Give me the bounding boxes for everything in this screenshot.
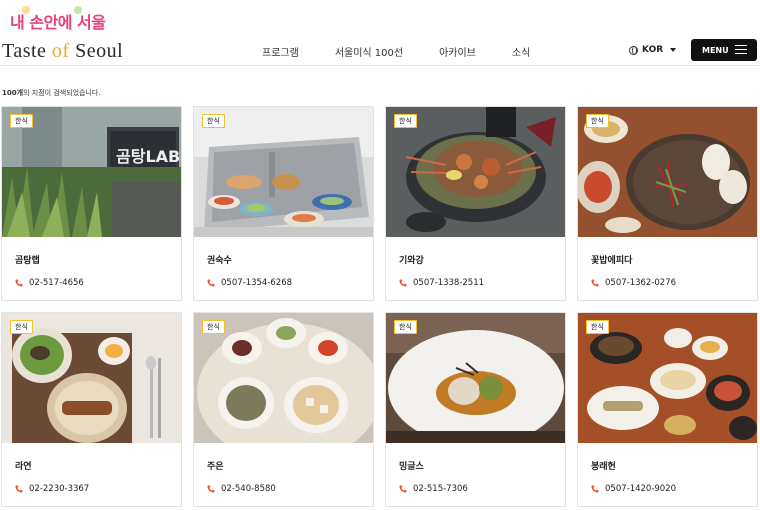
- restaurant-card[interactable]: 한식 밍글스 02-515-7306: [385, 312, 566, 507]
- restaurant-name: 주은: [207, 462, 224, 472]
- language-label: KOR: [642, 45, 664, 55]
- restaurant-card[interactable]: 한식 라연 02-2230-3367: [1, 312, 182, 507]
- restaurant-sign-text: 곰탕LAB: [116, 147, 180, 166]
- nav-item-seoul-100[interactable]: 서울미식 100선: [335, 44, 403, 59]
- brand-logo-right: Seoul: [75, 40, 124, 62]
- category-badge: 한식: [394, 320, 417, 334]
- restaurant-phone: 0507-1420-9020: [591, 484, 676, 494]
- restaurant-photo[interactable]: 한식: [386, 313, 565, 443]
- nav-item-program[interactable]: 프로그램: [262, 44, 299, 59]
- restaurant-phone: 02-517-4656: [15, 278, 84, 288]
- restaurant-phone: 0507-1362-0276: [591, 278, 676, 288]
- result-count-number: 100개: [2, 89, 24, 97]
- phone-number: 0507-1362-0276: [605, 278, 677, 288]
- phone-number: 02-515-7306: [413, 484, 468, 494]
- restaurant-photo[interactable]: 곰탕LAB 한식: [2, 107, 181, 237]
- globe-icon: [629, 45, 638, 55]
- phone-number: 02-2230-3367: [29, 484, 90, 494]
- language-selector[interactable]: KOR: [629, 45, 677, 55]
- restaurant-card[interactable]: 한식 주은 02-540-8580: [193, 312, 374, 507]
- restaurant-card[interactable]: 한식 기와강 0507-1338-2511: [385, 106, 566, 301]
- phone-icon: [399, 279, 407, 287]
- menu-button[interactable]: MENU: [691, 39, 757, 61]
- restaurant-name: 권숙수: [207, 256, 232, 266]
- phone-number: 0507-1338-2511: [413, 278, 485, 288]
- phone-number: 0507-1420-9020: [605, 484, 677, 494]
- restaurant-phone: 02-515-7306: [399, 484, 468, 494]
- category-badge: 한식: [202, 320, 225, 334]
- restaurant-photo[interactable]: 한식: [578, 313, 757, 443]
- chevron-down-icon: [670, 48, 677, 52]
- phone-icon: [207, 279, 215, 287]
- brand-logo-mid: of: [51, 40, 70, 62]
- brand-logo[interactable]: Taste of Seoul: [2, 40, 123, 63]
- phone-icon: [399, 485, 407, 493]
- restaurant-card[interactable]: 한식 권숙수 0507-1354-6268: [193, 106, 374, 301]
- portal-logo-text: 내 손안에 서울: [10, 13, 106, 32]
- nav-item-news[interactable]: 소식: [512, 44, 530, 59]
- restaurant-name: 밍글스: [399, 462, 424, 472]
- restaurant-card[interactable]: 한식 봉래헌 0507-1420-9020: [577, 312, 758, 507]
- restaurant-card[interactable]: 곰탕LAB 한식 곰탕랩 02-517-4656: [1, 106, 182, 301]
- restaurant-phone: 02-2230-3367: [15, 484, 89, 494]
- category-badge: 한식: [394, 114, 417, 128]
- menu-label: MENU: [702, 45, 729, 55]
- restaurant-photo[interactable]: 한식: [386, 107, 565, 237]
- category-badge: 한식: [10, 320, 33, 334]
- restaurant-photo[interactable]: 한식: [2, 313, 181, 443]
- restaurant-name: 꽃밥에피다: [591, 256, 633, 266]
- restaurant-name: 봉래헌: [591, 462, 616, 472]
- category-badge: 한식: [202, 114, 225, 128]
- phone-icon: [15, 485, 23, 493]
- hamburger-icon: [735, 45, 747, 54]
- main-nav: 프로그램 서울미식 100선 아카이브 소식: [262, 44, 566, 59]
- site-header: Taste of Seoul 프로그램 서울미식 100선 아카이브 소식 KO…: [0, 38, 760, 66]
- phone-icon: [591, 279, 599, 287]
- portal-logo[interactable]: 내 손안에 서울: [10, 6, 106, 33]
- restaurant-photo[interactable]: 한식: [578, 107, 757, 237]
- restaurant-card[interactable]: 한식 꽃밥에피다 0507-1362-0276: [577, 106, 758, 301]
- nav-item-archive[interactable]: 아카이브: [439, 44, 476, 59]
- result-count: 100개의 지점이 검색되었습니다.: [2, 88, 101, 98]
- phone-icon: [15, 279, 23, 287]
- phone-number: 0507-1354-6268: [221, 278, 293, 288]
- restaurant-phone: 0507-1338-2511: [399, 278, 484, 288]
- restaurant-phone: 02-540-8580: [207, 484, 276, 494]
- restaurant-name: 라연: [15, 462, 32, 472]
- restaurant-phone: 0507-1354-6268: [207, 278, 292, 288]
- phone-number: 02-517-4656: [29, 278, 84, 288]
- restaurant-name: 곰탕랩: [15, 256, 40, 266]
- result-count-suffix: 의 지점이 검색되었습니다.: [23, 89, 101, 97]
- category-badge: 한식: [586, 114, 609, 128]
- phone-icon: [207, 485, 215, 493]
- portal-bar: 내 손안에 서울: [0, 0, 760, 38]
- category-badge: 한식: [10, 114, 33, 128]
- category-badge: 한식: [586, 320, 609, 334]
- phone-number: 02-540-8580: [221, 484, 276, 494]
- restaurant-name: 기와강: [399, 256, 424, 266]
- restaurant-photo[interactable]: 한식: [194, 107, 373, 237]
- phone-icon: [591, 485, 599, 493]
- brand-logo-left: Taste: [2, 40, 47, 62]
- restaurant-photo[interactable]: 한식: [194, 313, 373, 443]
